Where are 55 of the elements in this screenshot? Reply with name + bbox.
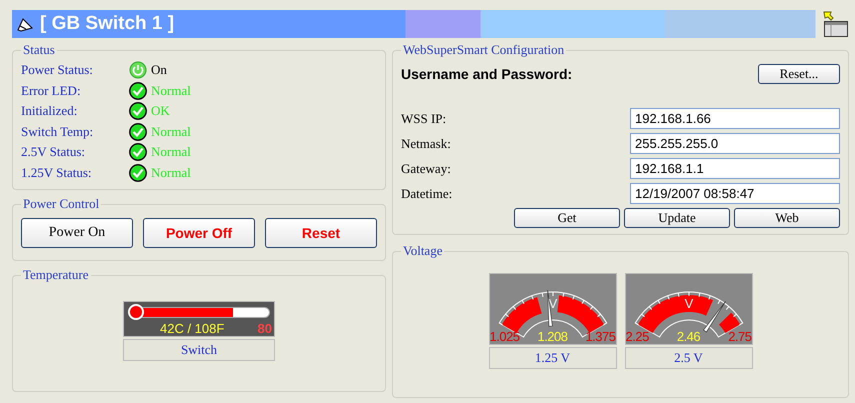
section-title: Status <box>22 42 56 58</box>
temperature-limit: 80 <box>258 321 272 336</box>
gauge-caption: 2.5 V <box>624 347 752 369</box>
power-button[interactable]: Power On <box>21 218 133 248</box>
power-icon <box>129 61 147 80</box>
gauge-max: 2.75 <box>728 329 752 344</box>
power-button[interactable]: Power Off <box>143 218 255 248</box>
check-icon <box>129 102 147 120</box>
status-value: OK <box>151 103 170 120</box>
status-label: Initialized: <box>21 103 78 120</box>
status-value: Normal <box>151 144 191 160</box>
field-label: Datetime: <box>401 186 454 202</box>
field-label: Netmask: <box>401 136 452 152</box>
check-icon <box>129 122 147 141</box>
window-title: [ GB Switch 1 ] <box>40 13 174 35</box>
sensor-caption: Switch <box>123 339 275 361</box>
reset-button[interactable]: Reset... <box>758 64 840 84</box>
unit-label: V <box>684 296 693 311</box>
status-value: Normal <box>151 164 191 181</box>
field-label: WSS IP: <box>401 110 448 126</box>
status-value: On <box>151 62 167 78</box>
gauge-max: 1.375 <box>585 329 616 344</box>
status-label: 2.5V Status: <box>21 144 86 160</box>
input-field[interactable]: 192.168.1.66 <box>630 108 840 129</box>
section-title: Temperature <box>22 267 90 283</box>
field-label: Gateway: <box>401 160 452 176</box>
section-title: Power Control <box>22 196 100 212</box>
temperature-reading: 42C / 108F <box>160 321 224 336</box>
power-button[interactable]: Reset <box>265 218 377 248</box>
section-title: Voltage <box>402 243 444 259</box>
input-field[interactable]: 192.168.1.1 <box>630 158 840 179</box>
status-label: 1.25V Status: <box>21 164 93 181</box>
status-value: Normal <box>151 82 191 99</box>
window-icon[interactable] <box>823 10 849 38</box>
gauge-caption: 1.25 V <box>488 347 616 369</box>
input-field[interactable]: 255.255.255.0 <box>630 133 840 154</box>
status-label: Power Status: <box>21 62 94 78</box>
check-icon <box>129 143 147 162</box>
credentials-label: Username and Password: <box>401 66 572 82</box>
gauge-min: 2.25 <box>626 329 649 344</box>
action-button[interactable]: Get <box>514 208 620 228</box>
input-field[interactable]: 12/19/2007 08:58:47 <box>630 183 840 204</box>
status-value: Normal <box>151 124 191 140</box>
check-icon <box>129 82 147 100</box>
action-button[interactable]: Web <box>734 208 840 228</box>
pen-icon <box>16 16 34 32</box>
unit-label: V <box>548 296 557 311</box>
status-label: Switch Temp: <box>21 124 94 140</box>
gauge-value: 2.46 <box>676 329 700 344</box>
status-label: Error LED: <box>21 82 82 99</box>
action-button[interactable]: Update <box>624 208 730 228</box>
section-title: WebSuperSmart Configuration <box>402 42 566 58</box>
gauge-value: 1.208 <box>537 329 568 344</box>
check-icon <box>129 164 147 182</box>
gauge-min: 1.025 <box>490 329 520 344</box>
